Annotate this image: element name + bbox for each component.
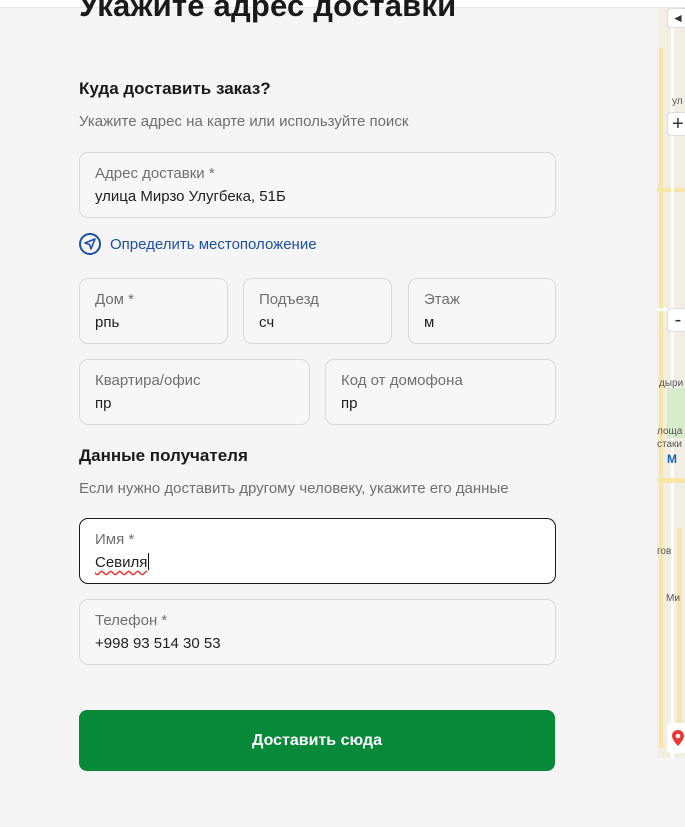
entrance-field-value[interactable]: сч bbox=[259, 313, 376, 333]
house-field-value[interactable]: рпь bbox=[95, 313, 212, 333]
map-label-2: дыри bbox=[659, 378, 684, 389]
map-label-1: ул bbox=[672, 96, 683, 107]
text-cursor bbox=[148, 553, 150, 570]
name-field-label: Имя * bbox=[95, 531, 135, 548]
page-title: Укажите адрес доставки bbox=[79, 0, 457, 23]
intercom-field[interactable]: Код от домофона пр bbox=[325, 359, 556, 425]
address-form-panel: Укажите адрес доставки Куда доставить за… bbox=[0, 0, 657, 827]
floor-field-label: Этаж bbox=[424, 291, 460, 308]
address-field-value[interactable]: улица Мирзо Улугбека, 51Б bbox=[95, 187, 540, 207]
name-field-value-wrap[interactable]: Севиля bbox=[95, 553, 540, 573]
map-pin-icon[interactable] bbox=[667, 723, 685, 753]
floor-field[interactable]: Этаж м bbox=[408, 278, 556, 344]
phone-field[interactable]: Телефон * +998 93 514 30 53 bbox=[79, 599, 556, 665]
floor-field-value[interactable]: м bbox=[424, 313, 540, 333]
metro-icon: M bbox=[667, 452, 677, 466]
apartment-field[interactable]: Квартира/офис пр bbox=[79, 359, 310, 425]
navigation-arrow-icon bbox=[79, 233, 101, 255]
entrance-field-label: Подъезд bbox=[259, 291, 319, 308]
locate-me-label: Определить местоположение bbox=[110, 235, 317, 253]
map-label-4: стаки bbox=[657, 439, 682, 450]
map-label-3: лоща bbox=[657, 426, 683, 437]
map-zoom-in-button[interactable]: + bbox=[667, 112, 685, 136]
map-back-arrow-icon[interactable]: ◄ bbox=[667, 8, 685, 28]
locate-me-button[interactable]: Определить местоположение bbox=[79, 233, 317, 255]
house-field[interactable]: Дом * рпь bbox=[79, 278, 228, 344]
intercom-field-label: Код от домофона bbox=[341, 372, 463, 389]
apartment-field-label: Квартира/офис bbox=[95, 372, 201, 389]
map-label-6: Ми bbox=[666, 593, 680, 604]
address-field-label: Адрес доставки * bbox=[95, 165, 215, 182]
house-field-label: Дом * bbox=[95, 291, 134, 308]
map-zoom-out-button[interactable]: - bbox=[667, 308, 685, 332]
intercom-field-value[interactable]: пр bbox=[341, 394, 540, 414]
address-hint: Укажите адрес на карте или используйте п… bbox=[79, 113, 409, 130]
phone-field-value[interactable]: +998 93 514 30 53 bbox=[95, 634, 540, 654]
recipient-heading: Данные получателя bbox=[79, 446, 248, 465]
apartment-field-value[interactable]: пр bbox=[95, 394, 294, 414]
name-field[interactable]: Имя * Севиля bbox=[79, 518, 556, 584]
recipient-hint: Если нужно доставить другому человеку, у… bbox=[79, 480, 509, 497]
phone-field-label: Телефон * bbox=[95, 612, 168, 629]
deliver-here-button[interactable]: Доставить сюда bbox=[79, 710, 555, 771]
address-heading: Куда доставить заказ? bbox=[79, 79, 271, 98]
name-field-value[interactable]: Севиля bbox=[95, 554, 147, 571]
address-field[interactable]: Адрес доставки * улица Мирзо Улугбека, 5… bbox=[79, 152, 556, 218]
entrance-field[interactable]: Подъезд сч bbox=[243, 278, 392, 344]
map-label-5: гов bbox=[657, 546, 672, 557]
